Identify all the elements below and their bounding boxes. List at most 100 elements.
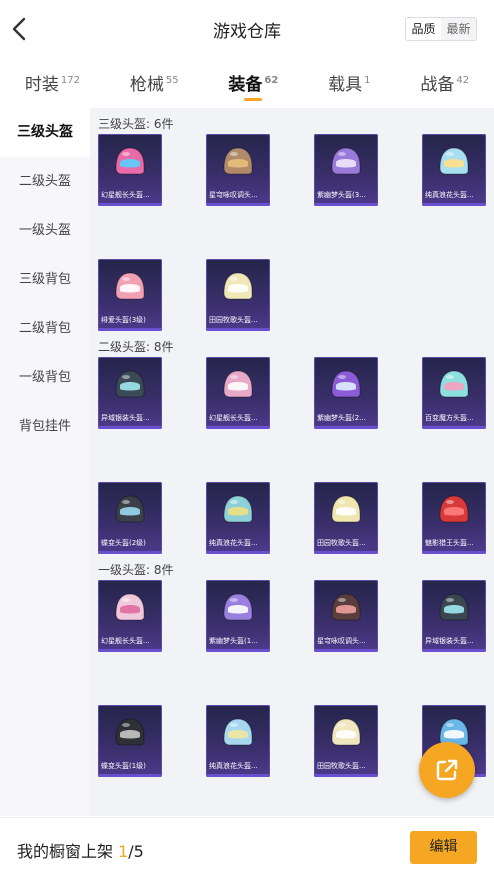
footer-bar: 我的橱窗上架 1/5 编辑 [0,817,494,875]
item-card[interactable]: 幻星舰长头盔... [98,580,162,652]
item-name: 蝶变头盔(2级) [101,539,146,547]
item-card[interactable]: 纯真浪花头盔... [206,482,270,554]
tab-supplies[interactable]: 战备 42 [420,70,469,95]
helmet-icon [115,495,145,523]
item-card[interactable]: 田园牧歌头盔... [206,259,270,331]
sidebar-item-level2-helmet[interactable]: 二级头盔 [0,157,90,206]
item-name: 紫幽梦头盔(1... [209,637,258,645]
item-card[interactable]: 星穹咏叹调头... [206,134,270,206]
item-name: 纯真浪花头盔... [425,191,474,199]
helmet-icon [223,272,253,300]
sidebar-item-level3-helmet[interactable]: 三级头盔 [0,108,90,157]
sort-toggle: 品质 最新 [405,17,477,41]
tab-label: 时装 [24,75,59,95]
item-card[interactable]: 紫幽梦头盔(1... [206,580,270,652]
item-card[interactable]: 绯爱头盔(3级) [98,259,162,331]
share-button[interactable] [419,742,475,798]
tab-count: 172 [60,75,80,87]
sidebar-item-backpack-pendant[interactable]: 背包挂件 [0,402,90,451]
rarity-bar [206,551,270,554]
category-tabs: 时装 172 枪械 55 装备 62 载具 1 战备 42 [0,58,494,106]
rarity-bar [206,426,270,429]
helmet-icon [331,370,361,398]
sidebar-item-level1-helmet[interactable]: 一级头盔 [0,206,90,255]
helmet-icon [331,147,361,175]
item-name: 百变魔方头盔... [425,414,474,422]
item-list[interactable]: 三级头盔: 6件 幻星舰长头盔... 星穹咏叹调头... 紫幽梦头盔(3... 纯真浪花… [90,108,494,816]
item-name: 幻星舰长头盔... [209,414,258,422]
item-name: 田园牧歌头盔... [209,316,258,324]
item-card[interactable]: 纯真浪花头盔... [206,705,270,777]
sidebar-item-level2-backpack[interactable]: 二级背包 [0,304,90,353]
tab-label: 装备 [228,75,263,95]
item-grid: 异域银装头盔... 幻星舰长头盔... 紫幽梦头盔(2... 百变魔方头盔... 蝶变头… [98,357,494,554]
helmet-icon [115,272,145,300]
item-card[interactable]: 星穹咏叹调头... [314,580,378,652]
item-name: 纯真浪花头盔... [209,762,258,770]
helmet-icon [223,370,253,398]
item-card[interactable]: 田园牧歌头盔... [314,705,378,777]
rarity-bar [98,551,162,554]
sidebar-item-level1-backpack[interactable]: 一级背包 [0,353,90,402]
helmet-icon [331,593,361,621]
helmet-icon [223,147,253,175]
item-name: 蝶变头盔(1级) [101,762,146,770]
item-card[interactable]: 魅影猎王头盔... [422,482,486,554]
item-grid: 幻星舰长头盔... 星穹咏叹调头... 紫幽梦头盔(3... 纯真浪花头盔... 绯爱头… [98,134,494,331]
rarity-bar [422,551,486,554]
tab-count: 55 [165,75,179,87]
item-card[interactable]: 幻星舰长头盔... [98,134,162,206]
helmet-icon [223,593,253,621]
item-card[interactable]: 幻星舰长头盔... [206,357,270,429]
external-link-icon [436,759,458,781]
tab-vehicles[interactable]: 载具 1 [328,70,370,95]
helmet-icon [331,495,361,523]
rarity-bar [422,426,486,429]
helmet-icon [439,593,469,621]
item-name: 紫幽梦头盔(3... [317,191,366,199]
tab-label: 战备 [420,75,455,95]
rarity-bar [206,649,270,652]
sidebar-item-level3-backpack[interactable]: 三级背包 [0,255,90,304]
item-name: 幻星舰长头盔... [101,637,150,645]
showcase-label: 我的橱窗上架 [17,842,119,861]
tab-costume[interactable]: 时装 172 [25,70,80,95]
item-name: 绯爱头盔(3级) [101,316,146,324]
item-card[interactable]: 纯真浪花头盔... [422,134,486,206]
rarity-bar [206,203,270,206]
helmet-icon [115,147,145,175]
helmet-icon [439,147,469,175]
showcase-current: 1 [118,842,129,861]
item-card[interactable]: 蝶变头盔(1级) [98,705,162,777]
sort-by-quality-button[interactable]: 品质 [406,18,441,40]
tab-label: 枪械 [129,75,164,95]
helmet-icon [115,718,145,746]
rarity-bar [314,203,378,206]
rarity-bar [98,774,162,777]
showcase-total: /5 [128,842,144,861]
helmet-icon [223,718,253,746]
helmet-icon [439,370,469,398]
item-name: 紫幽梦头盔(2... [317,414,366,422]
rarity-bar [98,649,162,652]
rarity-bar [98,203,162,206]
active-tab-indicator [244,98,263,101]
tab-count: 62 [264,75,279,87]
item-card[interactable]: 百变魔方头盔... [422,357,486,429]
item-card[interactable]: 异域银装头盔... [422,580,486,652]
item-card[interactable]: 紫幽梦头盔(2... [314,357,378,429]
tab-label: 载具 [328,75,363,95]
item-card[interactable]: 紫幽梦头盔(3... [314,134,378,206]
tab-equipment[interactable]: 装备 62 [228,70,278,101]
rarity-bar [314,426,378,429]
edit-button[interactable]: 编辑 [410,831,477,864]
tab-weapons[interactable]: 枪械 55 [130,70,179,95]
helmet-icon [331,718,361,746]
item-card[interactable]: 蝶变头盔(2级) [98,482,162,554]
sort-by-newest-button[interactable]: 最新 [441,18,476,40]
section-title: 二级头盔: 8件 [98,340,174,354]
item-card[interactable]: 田园牧歌头盔... [314,482,378,554]
item-card[interactable]: 异域银装头盔... [98,357,162,429]
rarity-bar [98,426,162,429]
helmet-icon [115,370,145,398]
